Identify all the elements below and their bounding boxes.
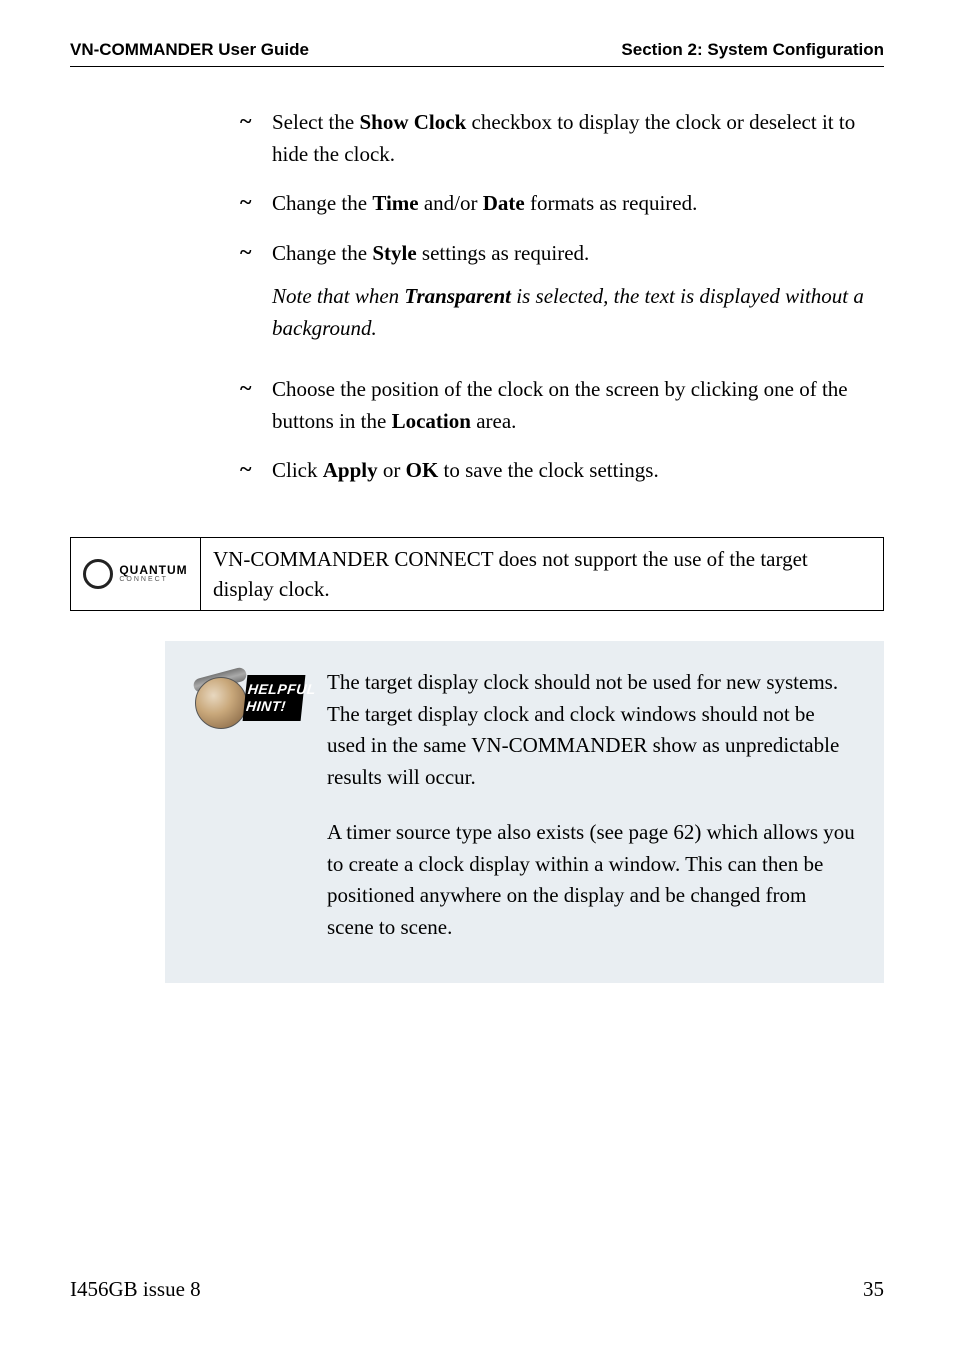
quantum-logo-cell: QUANTUM CONNECT [71, 538, 201, 611]
quantum-logo-text: QUANTUM [119, 564, 187, 576]
quantum-logo-subtext: CONNECT [119, 576, 187, 583]
page-header: VN-COMMANDER User Guide Section 2: Syste… [70, 40, 884, 67]
main-content: ~ Select the Show Clock checkbox to disp… [70, 107, 884, 983]
header-right: Section 2: System Configuration [621, 40, 884, 60]
hint-label-line1: HELPFUL [247, 682, 303, 699]
bullet-text: Choose the position of the clock on the … [272, 374, 864, 437]
list-item: ~ Click Apply or OK to save the clock se… [240, 455, 864, 487]
bullet-text: Select the Show Clock checkbox to displa… [272, 107, 864, 170]
bullet-list: ~ Select the Show Clock checkbox to disp… [240, 107, 864, 487]
list-item: ~ Change the Time and/or Date formats as… [240, 188, 864, 220]
hint-box: HELPFUL HINT! The target display clock s… [165, 641, 884, 983]
header-left: VN-COMMANDER User Guide [70, 40, 309, 60]
italic-note: Note that when Transparent is selected, … [272, 281, 864, 344]
hint-text: The target display clock should not be u… [327, 667, 856, 943]
bullet-marker: ~ [240, 455, 272, 487]
bullet-marker: ~ [240, 188, 272, 220]
circle-icon [83, 559, 113, 589]
quantum-note-text: VN-COMMANDER CONNECT does not support th… [201, 538, 883, 611]
bullet-marker: ~ [240, 238, 272, 357]
hint-paragraph: A timer source type also exists (see pag… [327, 817, 856, 943]
bullet-text: Change the Time and/or Date formats as r… [272, 188, 864, 220]
bullet-text: Click Apply or OK to save the clock sett… [272, 455, 864, 487]
quantum-note-box: QUANTUM CONNECT VN-COMMANDER CONNECT doe… [70, 537, 884, 612]
footer-page-number: 35 [863, 1277, 884, 1302]
page-footer: I456GB issue 8 35 [70, 1277, 884, 1302]
quantum-logo-icon: QUANTUM CONNECT [83, 559, 187, 589]
list-item: ~ Choose the position of the clock on th… [240, 374, 864, 437]
list-item: ~ Change the Style settings as required.… [240, 238, 864, 357]
bullet-text: Change the Style settings as required. N… [272, 238, 864, 357]
list-item: ~ Select the Show Clock checkbox to disp… [240, 107, 864, 170]
footer-doc-id: I456GB issue 8 [70, 1277, 201, 1302]
helpful-hint-icon: HELPFUL HINT! [193, 667, 303, 737]
bullet-marker: ~ [240, 107, 272, 170]
hint-label-line2: HINT! [245, 698, 301, 715]
bullet-marker: ~ [240, 374, 272, 437]
hint-paragraph: The target display clock should not be u… [327, 667, 856, 793]
